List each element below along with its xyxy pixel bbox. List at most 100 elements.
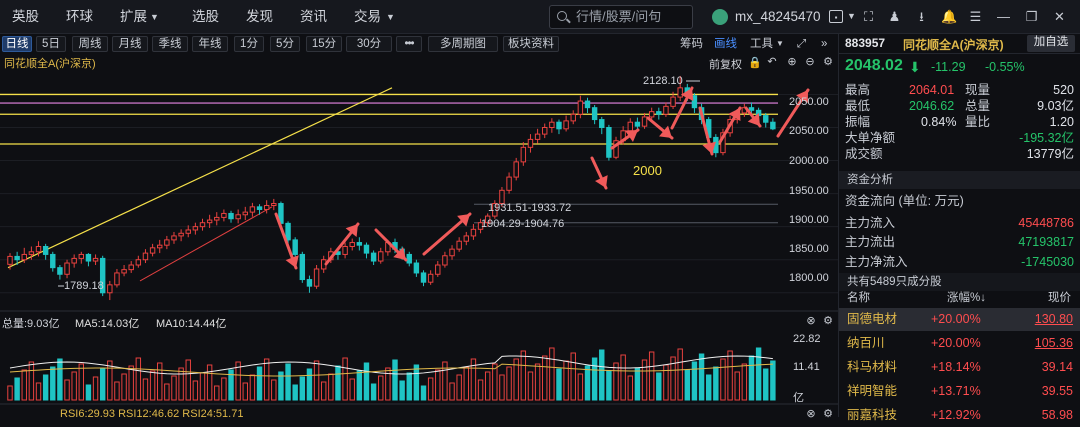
search-input[interactable]: 行情/股票/问句	[549, 5, 693, 29]
stat-label-cur-vol: 现量	[965, 83, 991, 97]
col-name-header[interactable]: 名称	[847, 289, 870, 307]
period-day[interactable]: 日线	[2, 36, 32, 52]
close-icon[interactable]: ✕	[1052, 9, 1067, 24]
row-name: 纳百川	[847, 336, 885, 350]
draw-line-button[interactable]: 画线	[714, 36, 737, 52]
menu-list-icon[interactable]: ☰	[968, 9, 983, 24]
stat-value-amplitude: 0.84%	[921, 115, 957, 129]
menu-trade[interactable]: 交易	[354, 0, 381, 34]
user-dropdown-icon[interactable]: ▼	[844, 9, 859, 24]
fullscreen-icon[interactable]: ⤢	[797, 36, 806, 52]
table-row[interactable]: 固德电材 +20.00% 130.80	[839, 308, 1080, 331]
menu-us-stocks[interactable]: 英股	[12, 0, 39, 34]
kline-chart-area[interactable]: 同花顺全A(沪深京) 前复权 🔒 ↶ ⊕ ⊖ ⚙ 2050.00 2050.00…	[0, 54, 838, 420]
volume-bar	[313, 360, 320, 401]
volume-bar	[35, 382, 42, 401]
candle-body	[342, 246, 348, 255]
lock-icon[interactable]: 🔒	[748, 57, 762, 69]
volume-bar	[449, 382, 455, 401]
candle-body	[57, 267, 63, 275]
volume-bar	[99, 368, 106, 401]
restore-right-label[interactable]: 前复权	[709, 56, 742, 72]
avatar[interactable]	[712, 9, 728, 25]
zoom-in-icon[interactable]: ⊕	[786, 56, 798, 68]
candle-body	[292, 239, 298, 255]
multi-period-button[interactable]: 多周期图	[428, 36, 498, 52]
row-price: 105.36	[1034, 336, 1073, 350]
menu-extend[interactable]: 扩展	[120, 0, 147, 34]
plate-info-button[interactable]: 板块资料	[503, 36, 559, 52]
volume-bar	[563, 360, 569, 401]
col-pct-header[interactable]: 涨幅%↓	[947, 289, 986, 307]
volume-bar	[214, 385, 220, 401]
chart-toolbar: 日线 5日 周线 月线 季线 年线 1分 5分 15分 30分 ••• 多周期图…	[0, 34, 838, 54]
tools-button[interactable]: 工具	[750, 36, 773, 52]
volume-bar	[527, 371, 534, 401]
trade-caret-icon: ▼	[386, 12, 395, 22]
screenshot-icon[interactable]: ⛶	[861, 9, 876, 24]
table-row[interactable]: 祥明智能 +13.71% 39.55	[839, 380, 1080, 403]
volume-bar	[385, 367, 391, 401]
user-name[interactable]: mx_48245470	[735, 0, 821, 34]
table-row[interactable]: 科马材料 +18.14% 39.14	[839, 356, 1080, 379]
row-pct: +13.71%	[931, 384, 981, 398]
vip-badge-icon[interactable]: ▪	[829, 10, 843, 23]
menu-news[interactable]: 资讯	[300, 0, 327, 34]
candle-body	[242, 211, 248, 216]
period-15min[interactable]: 15分	[306, 36, 342, 52]
candle-body	[142, 252, 149, 261]
menu-discover[interactable]: 发现	[246, 0, 273, 34]
skin-shirt-icon[interactable]: ♟	[887, 9, 902, 24]
volume-close-icon[interactable]: ⊗	[805, 315, 817, 327]
main-net-inflow-value: -1745030	[1021, 255, 1074, 269]
candle-body	[299, 253, 306, 281]
col-price-header[interactable]: 现价	[1048, 289, 1071, 307]
period-30min[interactable]: 30分	[346, 36, 392, 52]
candle-body	[28, 251, 35, 255]
download-icon[interactable]: ⭳	[914, 9, 929, 24]
big-net-value: -195.32亿	[1019, 131, 1074, 145]
table-row[interactable]: 丽嘉科技 +12.92% 58.98	[839, 404, 1080, 427]
settings-gear-icon[interactable]: ⚙	[822, 56, 834, 68]
period-year[interactable]: 年线	[192, 36, 228, 52]
candle-body	[542, 127, 548, 135]
rsi-settings-icon[interactable]: ⚙	[822, 408, 834, 420]
kline-chart[interactable]	[0, 54, 838, 417]
zoom-out-icon[interactable]: ⊖	[804, 56, 816, 68]
period-5min[interactable]: 5分	[270, 36, 300, 52]
volume-bar	[178, 367, 184, 401]
table-row[interactable]: 纳百川 +20.00% 105.36	[839, 332, 1080, 355]
collapse-panel-icon[interactable]: »	[821, 36, 827, 52]
candle-body	[506, 176, 512, 191]
range1-annotation: 1931.51-1933.72	[488, 202, 572, 214]
volume-bar	[85, 384, 92, 401]
candle-body	[171, 235, 177, 241]
period-5day[interactable]: 5日	[36, 36, 66, 52]
period-1min[interactable]: 1分	[234, 36, 264, 52]
undo-icon[interactable]: ↶	[766, 56, 778, 68]
volume-bar	[399, 380, 405, 401]
stock-code: 883957	[845, 36, 886, 50]
add-favorite-button[interactable]: 加自选	[1027, 35, 1075, 52]
period-month[interactable]: 月线	[112, 36, 148, 52]
chips-button[interactable]: 筹码	[680, 36, 703, 52]
candle-body	[206, 219, 213, 224]
volume-bar	[534, 363, 541, 401]
minimize-icon[interactable]: —	[996, 9, 1011, 24]
more-periods-button[interactable]: •••	[396, 36, 422, 52]
volume-bar	[492, 363, 498, 401]
candle-body	[135, 259, 142, 266]
volume-bar	[164, 383, 170, 401]
volume-bar	[342, 357, 348, 401]
volume-settings-icon[interactable]: ⚙	[822, 315, 834, 327]
menu-global[interactable]: 环球	[66, 0, 93, 34]
period-week[interactable]: 周线	[72, 36, 108, 52]
period-quarter[interactable]: 季线	[152, 36, 188, 52]
volume-bar	[691, 361, 698, 401]
candle-body	[235, 214, 241, 220]
notification-bell-icon[interactable]: 🔔	[941, 9, 957, 24]
rsi-close-icon[interactable]: ⊗	[805, 408, 817, 420]
capital-section-header[interactable]: 资金分析	[839, 171, 1080, 189]
restore-window-icon[interactable]: ❐	[1024, 9, 1039, 24]
menu-stock-picker[interactable]: 选股	[192, 0, 219, 34]
